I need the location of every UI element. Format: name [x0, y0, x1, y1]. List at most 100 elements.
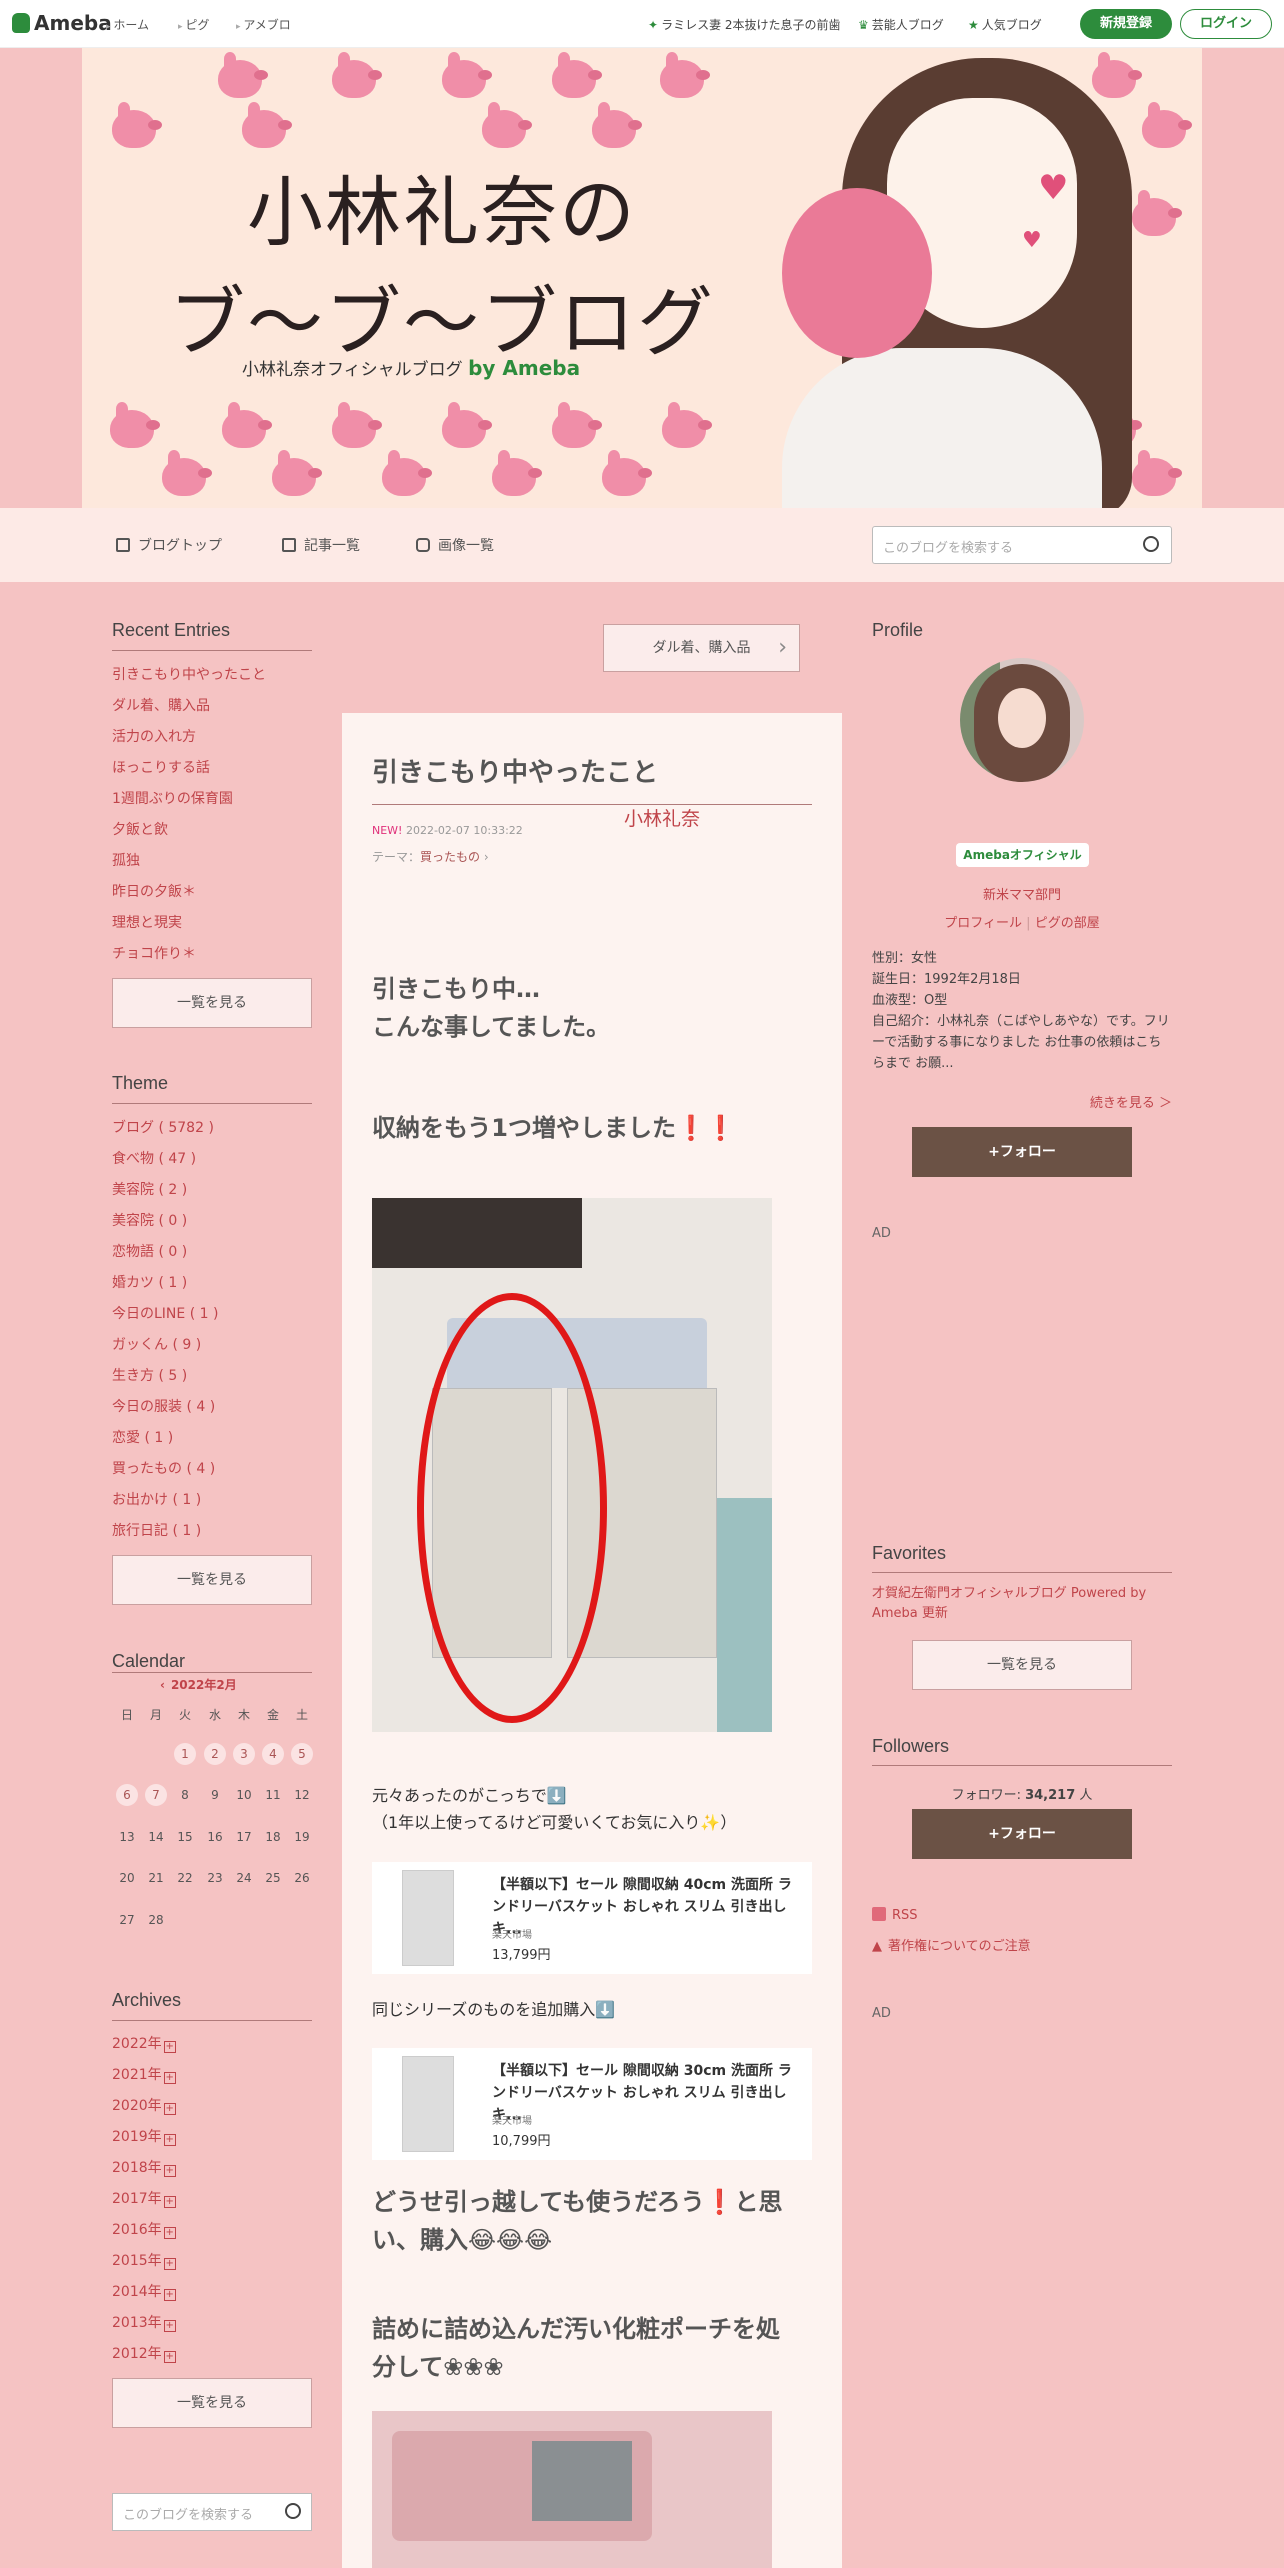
theme-link[interactable]: 婚カツ ( 1 ) [112, 1272, 187, 1292]
theme-link[interactable]: 生き方 ( 5 ) [112, 1365, 187, 1385]
theme-link[interactable]: ガッくん ( 9 ) [112, 1334, 201, 1354]
nav-home[interactable]: ホーム [106, 16, 149, 33]
archive-year-link[interactable]: 2018年 + [112, 2157, 176, 2177]
search-icon[interactable] [285, 2503, 301, 2519]
archives-more-button[interactable]: 一覧を見る [112, 2378, 312, 2428]
product-card[interactable]: 【半額以下】セール 隙間収納 40cm 洗面所 ランドリーバスケット おしゃれ … [372, 1862, 812, 1974]
recent-entry-link[interactable]: ほっこりする話 [112, 757, 210, 777]
theme-link[interactable]: 今日のLINE ( 1 ) [112, 1303, 218, 1323]
expand-icon[interactable]: + [163, 2041, 176, 2053]
archive-year-link[interactable]: 2016年 + [112, 2219, 176, 2239]
trending-topic-link[interactable]: ✦ ラミレス妻 2本抜けた息子の前歯 [648, 16, 841, 33]
blog-header-banner[interactable]: 小林礼奈の ブ〜ブ〜ブログ 小林礼奈オフィシャルブログ by Ameba ♥ ♥ [82, 48, 1202, 508]
favorites-more-button[interactable]: 一覧を見る [912, 1640, 1132, 1690]
product-name[interactable]: 【半額以下】セール 隙間収納 30cm 洗面所 ランドリーバスケット おしゃれ … [492, 2060, 804, 2126]
expand-icon[interactable]: + [163, 2165, 176, 2177]
theme-link[interactable]: 恋愛 ( 1 ) [112, 1427, 173, 1447]
copyright-notice-link[interactable]: ▲ 著作権についてのご注意 [872, 1935, 1031, 1954]
archive-year-link[interactable]: 2020年 + [112, 2095, 176, 2115]
theme-link[interactable]: 買ったもの ( 4 ) [112, 1458, 215, 1478]
expand-icon[interactable]: + [163, 2289, 176, 2301]
expand-icon[interactable]: + [163, 2258, 176, 2270]
calendar-day[interactable]: 7 [145, 1784, 167, 1806]
recent-entry-link[interactable]: 孤独 [112, 850, 140, 870]
product-card[interactable]: 【半額以下】セール 隙間収納 30cm 洗面所 ランドリーバスケット おしゃれ … [372, 2048, 812, 2160]
expand-icon[interactable]: + [163, 2072, 176, 2084]
theme-link[interactable]: ブログ ( 5782 ) [112, 1117, 214, 1137]
pig-illustration [662, 402, 712, 448]
pouch-photo[interactable] [372, 2411, 772, 2568]
read-more-link[interactable]: 続きを見る ＞ [1000, 1092, 1172, 1111]
pig-illustration [272, 450, 322, 496]
login-button[interactable]: ログイン [1180, 9, 1272, 39]
expand-icon[interactable]: + [163, 2351, 176, 2363]
theme-link[interactable]: 恋物語 ( 0 ) [112, 1241, 187, 1261]
archive-year-link[interactable]: 2022年 + [112, 2033, 176, 2053]
blog-menu: ブログトップ 記事一覧 画像一覧 このブログを検索する [0, 508, 1284, 582]
recent-entry-link[interactable]: 引きこもり中やったこと [112, 664, 266, 684]
popular-blog-link[interactable]: ★ 人気ブログ [968, 16, 1042, 33]
archive-year-link[interactable]: 2012年 + [112, 2343, 176, 2363]
recent-entry-link[interactable]: ダル着、購入品 [112, 695, 210, 715]
nav-pigg[interactable]: ピグ [178, 16, 209, 33]
archive-year-link[interactable]: 2017年 + [112, 2188, 176, 2208]
pig-illustration [332, 52, 382, 98]
expand-icon[interactable]: + [163, 2134, 176, 2146]
storage-photo[interactable] [372, 1198, 772, 1732]
entry-list-link[interactable]: 記事一覧 [282, 535, 360, 555]
expand-icon[interactable]: + [163, 2196, 176, 2208]
rss-link[interactable]: RSS [872, 1907, 918, 1923]
theme-more-button[interactable]: 一覧を見る [112, 1555, 312, 1605]
celebrity-blog-link[interactable]: ♛ 芸能人ブログ [858, 16, 944, 33]
follow-button[interactable]: +フォロー [912, 1127, 1132, 1177]
pig-illustration [482, 102, 532, 148]
expand-icon[interactable]: + [163, 2320, 176, 2332]
theme-link[interactable]: 美容院 ( 0 ) [112, 1210, 187, 1230]
theme-link[interactable]: お出かけ ( 1 ) [112, 1489, 201, 1509]
recent-entry-link[interactable]: 昨日の夕飯＊ [112, 881, 196, 901]
register-button[interactable]: 新規登録 [1080, 9, 1172, 39]
calendar-day[interactable]: 4 [262, 1743, 284, 1765]
theme-link[interactable]: 美容院 ( 2 ) [112, 1179, 187, 1199]
archive-year-link[interactable]: 2021年 + [112, 2064, 176, 2084]
calendar-day[interactable]: 2 [204, 1743, 226, 1765]
theme-link[interactable]: 食べ物 ( 47 ) [112, 1148, 196, 1168]
favorite-blog-link[interactable]: 才賀紀左衛門オフィシャルブログ Powered by Ameba 更新 [872, 1584, 1172, 1624]
recent-entry-link[interactable]: 活力の入れ方 [112, 726, 196, 746]
archive-year-link[interactable]: 2019年 + [112, 2126, 176, 2146]
archive-year-link[interactable]: 2013年 + [112, 2312, 176, 2332]
archive-year-link[interactable]: 2015年 + [112, 2250, 176, 2270]
chevron-left-icon[interactable]: ‹ [160, 1678, 165, 1692]
theme-link[interactable]: 買ったもの [420, 850, 480, 864]
blog-search-input[interactable]: このブログを検索する [872, 526, 1172, 564]
calendar-day[interactable]: 5 [291, 1743, 313, 1765]
calendar-day[interactable]: 3 [233, 1743, 255, 1765]
expand-icon[interactable]: + [163, 2103, 176, 2115]
theme-link[interactable]: 今日の服装 ( 4 ) [112, 1396, 215, 1416]
profile-avatar[interactable] [960, 658, 1084, 782]
sidebar-search-input[interactable]: このブログを検索する [112, 2493, 312, 2531]
profile-name[interactable]: 小林礼奈 [20, 804, 1284, 831]
recent-entry-link[interactable]: チョコ作り＊ [112, 943, 196, 963]
recent-entry-link[interactable]: 理想と現実 [112, 912, 182, 932]
profile-link[interactable]: プロフィール [944, 916, 1022, 931]
nav-ameblo[interactable]: アメブロ [236, 16, 290, 33]
article-title[interactable]: 引きこもり中やったこと [372, 752, 658, 789]
official-badge: Amebaオフィシャル [956, 843, 1089, 867]
product-name[interactable]: 【半額以下】セール 隙間収納 40cm 洗面所 ランドリーバスケット おしゃれ … [492, 1874, 804, 1940]
follow-button[interactable]: +フォロー [912, 1809, 1132, 1859]
calendar-day[interactable]: 1 [174, 1743, 196, 1765]
ameba-logo[interactable]: Ameba [12, 11, 112, 35]
search-icon[interactable] [1143, 536, 1159, 552]
category-link[interactable]: 新米ママ部門 [872, 884, 1172, 903]
expand-icon[interactable]: + [163, 2227, 176, 2239]
image-list-link[interactable]: 画像一覧 [416, 535, 494, 555]
blog-top-link[interactable]: ブログトップ [116, 535, 222, 555]
recent-entries-more-button[interactable]: 一覧を見る [112, 978, 312, 1028]
calendar-day[interactable]: 6 [116, 1784, 138, 1806]
archive-year-link[interactable]: 2014年 + [112, 2281, 176, 2301]
theme-link[interactable]: 旅行日記 ( 1 ) [112, 1520, 201, 1540]
product-shop: 楽天市場 [492, 2116, 532, 2127]
next-entry-button[interactable]: ダル着、購入品 › [603, 624, 800, 672]
pigg-room-link[interactable]: ピグの部屋 [1035, 916, 1100, 931]
